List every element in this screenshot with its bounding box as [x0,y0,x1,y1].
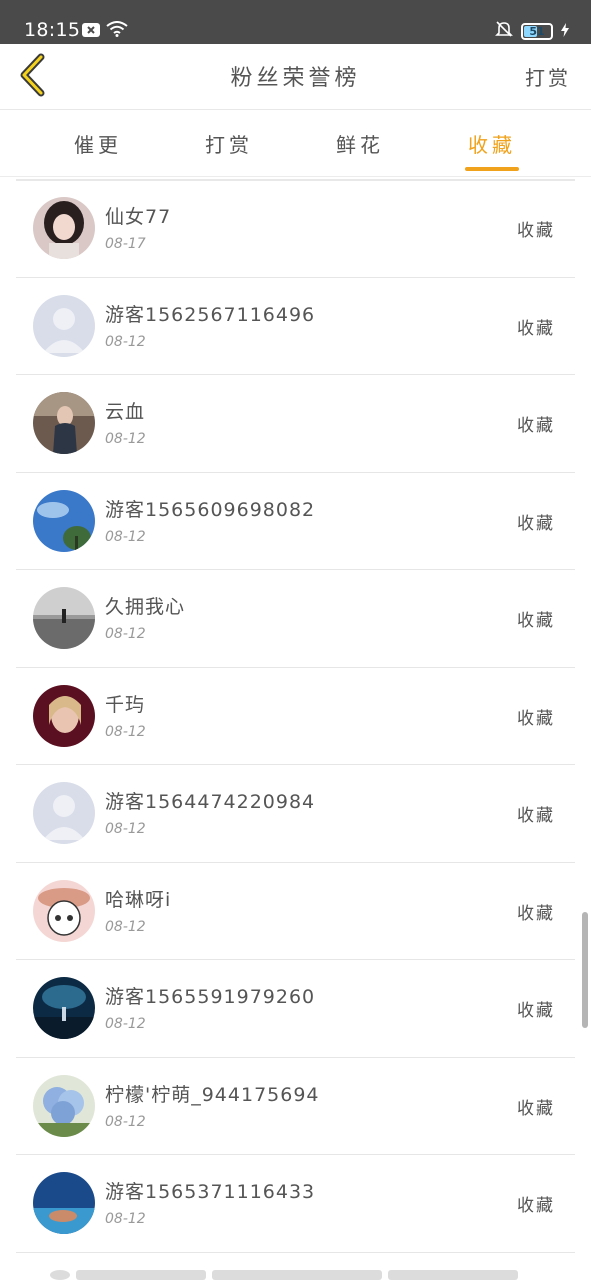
user-date: 08-12 [105,821,146,837]
list-item[interactable]: 游客1565371116433 08-12 收藏 [16,1155,575,1253]
scrollbar[interactable] [582,912,588,1028]
user-name: 游客1565591979260 [105,986,316,1008]
list-item[interactable]: 云血 08-12 收藏 [16,375,575,473]
item-action-label: 收藏 [517,1001,555,1021]
avatar [33,782,95,844]
avatar [33,197,95,259]
user-name: 游客1565371116433 [105,1181,316,1203]
user-name: 游客1562567116496 [105,303,316,326]
avatar [33,294,95,357]
user-name: 千玙 [105,693,146,716]
user-name: 云血 [105,401,146,423]
user-name: 游客1564474220984 [105,791,316,813]
list-item[interactable]: 游客1565591979260 08-12 收藏 [16,960,575,1058]
tab-favorites[interactable]: 收藏 [452,129,532,158]
item-action-label: 收藏 [517,318,555,339]
user-date: 08-12 [105,723,146,740]
list-item[interactable]: 游客1564474220984 08-12 收藏 [16,765,575,863]
page-title: 粉丝荣誉榜 [230,66,361,91]
partial-text [212,1270,382,1280]
user-date: 08-12 [105,333,146,350]
list-item[interactable]: 游客1562567116496 08-12 收藏 [16,278,575,375]
item-action-label: 收藏 [517,221,555,241]
notification-x-icon [82,22,100,41]
item-action-label: 收藏 [517,903,555,924]
item-action-label: 收藏 [517,708,555,729]
avatar [33,587,95,649]
user-name: 久拥我心 [105,596,186,618]
status-time: 18:15 [24,19,81,41]
user-date: 08-12 [105,528,146,545]
status-right-icons: 51 [495,20,569,42]
list-item[interactable]: 柠檬'柠萌_944175694 08-12 收藏 [16,1058,575,1155]
list-item[interactable]: 仙女77 08-17 收藏 [16,180,575,278]
item-action-label: 收藏 [517,1098,555,1119]
item-action-label: 收藏 [517,1196,555,1216]
user-date: 08-12 [105,1211,146,1227]
list-item[interactable]: 哈琳呀i 08-12 收藏 [16,863,575,960]
partial-text [76,1270,206,1280]
user-date: 08-12 [105,1016,146,1032]
active-tab-indicator [465,167,519,171]
user-date: 08-12 [105,431,146,447]
partial-avatar [50,1270,70,1280]
avatar [33,489,95,552]
list-item[interactable]: 千玙 08-12 收藏 [16,668,575,765]
list-item[interactable]: 游客1565609698082 08-12 收藏 [16,473,575,570]
avatar [33,1172,95,1234]
user-date: 08-17 [105,236,146,252]
battery-icon: 51 [521,22,553,40]
status-bar: 18:15 51 [0,0,591,44]
fan-list: 仙女77 08-17 收藏 游客1562567116496 08-12 收藏 云… [16,180,575,1253]
tab-flowers[interactable]: 鲜花 [320,129,400,158]
wifi-icon [106,21,128,41]
user-date: 08-12 [105,1113,146,1130]
tab-urge[interactable]: 催更 [58,129,138,158]
tab-reward[interactable]: 打赏 [189,129,269,158]
battery-level: 51 [529,24,545,38]
avatar [33,1074,95,1137]
tab-bar: 催更 打赏 鲜花 收藏 [0,111,591,177]
item-action-label: 收藏 [517,416,555,436]
user-name: 哈琳呀i [105,888,172,911]
charging-icon [561,22,569,41]
item-action-label: 收藏 [517,806,555,826]
item-action-label: 收藏 [517,513,555,534]
avatar [33,392,95,454]
user-name: 仙女77 [105,206,172,228]
avatar [33,977,95,1039]
app-header: 粉丝荣誉榜 打赏 [0,44,591,110]
avatar [33,684,95,747]
user-name: 游客1565609698082 [105,498,316,521]
user-date: 08-12 [105,918,146,935]
partial-text [388,1270,518,1280]
avatar [33,879,95,942]
partial-list-item [50,1270,520,1280]
status-left-icons [82,21,128,41]
user-name: 柠檬'柠萌_944175694 [105,1083,320,1106]
item-action-label: 收藏 [517,611,555,631]
list-item[interactable]: 久拥我心 08-12 收藏 [16,570,575,668]
reward-button[interactable]: 打赏 [525,62,571,91]
mute-bell-icon [495,20,513,42]
user-date: 08-12 [105,626,146,642]
